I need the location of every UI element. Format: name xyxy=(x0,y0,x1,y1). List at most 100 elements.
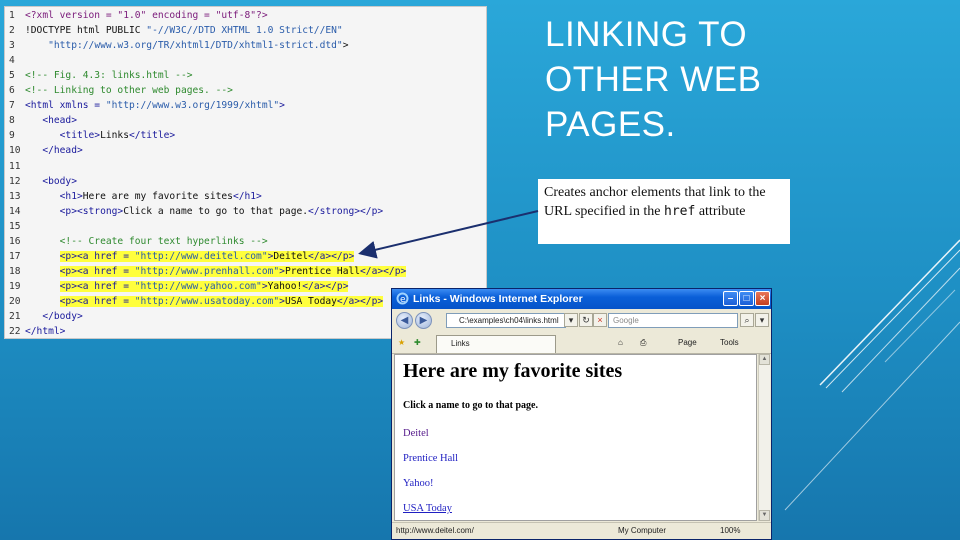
code-line: 3 "http://www.w3.org/TR/xhtml1/DTD/xhtml… xyxy=(5,38,485,53)
code-line: 5 <!-- Fig. 4.3: links.html --> xyxy=(5,68,485,83)
link-deitel[interactable]: Deitel xyxy=(403,428,429,439)
line-number: 10 xyxy=(9,145,21,157)
title-line-3: PAGES. xyxy=(545,105,676,144)
line-number: 7 xyxy=(9,100,15,112)
line-number: 18 xyxy=(9,265,21,277)
line-number: 3 xyxy=(9,40,15,52)
stop-icon[interactable]: × xyxy=(593,313,607,327)
forward-button[interactable]: ▶ xyxy=(415,312,432,329)
line-number: 14 xyxy=(9,205,21,217)
code-text: <p><a href = "http://www.prenhall.com">P… xyxy=(59,265,407,277)
page-heading: Here are my favorite sites xyxy=(403,360,623,382)
line-number: 11 xyxy=(9,160,21,172)
address-input[interactable]: C:\examples\ch04\links.html xyxy=(446,313,566,328)
code-line: 7 <html xmlns = "http://www.w3.org/1999/x… xyxy=(5,98,485,113)
status-url: http://www.deitel.com/ xyxy=(396,526,474,535)
browser-window: e Links - Windows Internet Explorer – □ … xyxy=(391,288,772,540)
code-line: 12 <body> xyxy=(5,174,485,189)
link-usa-today[interactable]: USA Today xyxy=(403,503,452,514)
code-text: <!-- Create four text hyperlinks --> xyxy=(25,235,268,247)
status-bar: http://www.deitel.com/ My Computer 100% xyxy=(392,522,771,539)
title-line-1: LINKING TO xyxy=(545,15,748,54)
print-icon[interactable]: ⎙ xyxy=(640,337,646,349)
tab-label: Links xyxy=(451,339,470,348)
code-line: 10 </head> xyxy=(5,143,485,158)
callout-code: href xyxy=(664,204,696,219)
callout-box: Creates anchor elements that link to the… xyxy=(538,179,790,244)
code-line: 15 xyxy=(5,219,485,234)
vertical-scrollbar[interactable]: ▲ ▼ xyxy=(758,354,770,521)
code-text: <p><strong>Click a name to go to that pa… xyxy=(59,205,384,217)
title-line-2: OTHER WEB xyxy=(545,60,762,99)
code-text: "http://www.w3.org/TR/xhtml1/DTD/xhtml1-… xyxy=(48,40,349,52)
tools-menu[interactable]: Tools xyxy=(720,337,739,349)
slide-title: LINKING TO OTHER WEB PAGES. xyxy=(545,12,805,147)
code-line: 13 <h1>Here are my favorite sites</h1> xyxy=(5,189,485,204)
status-zoom[interactable]: 100% xyxy=(712,523,740,539)
scroll-up-icon[interactable]: ▲ xyxy=(759,354,770,365)
svg-text:e: e xyxy=(400,295,406,305)
address-toolbar: ◀ ▶ C:\examples\ch04\links.html ▾ ↻ × Go… xyxy=(392,309,771,334)
code-line: 4 xyxy=(5,53,485,68)
close-button[interactable]: × xyxy=(755,291,770,306)
scroll-down-icon[interactable]: ▼ xyxy=(759,510,770,521)
page-instruction: Click a name to go to that page. xyxy=(403,400,538,411)
line-number: 9 xyxy=(9,130,15,142)
line-number: 16 xyxy=(9,235,21,247)
link-prentice-hall[interactable]: Prentice Hall xyxy=(403,453,458,464)
line-number: 22 xyxy=(9,326,21,338)
line-number: 13 xyxy=(9,190,21,202)
page-menu[interactable]: Page xyxy=(678,337,697,349)
line-number: 17 xyxy=(9,250,21,262)
search-options-icon[interactable]: ▾ xyxy=(755,313,769,327)
code-text: <p><a href = "http://www.usatoday.com">U… xyxy=(59,295,384,307)
code-text: </body> xyxy=(42,311,83,322)
code-text: !DOCTYPE html PUBLIC "-//W3C//DTD XHTML … xyxy=(25,25,343,37)
line-number: 2 xyxy=(9,25,15,37)
code-line: 11 xyxy=(5,159,485,174)
line-number: 8 xyxy=(9,115,15,127)
callout-text-end: attribute xyxy=(698,204,746,219)
line-number: 15 xyxy=(9,220,21,232)
code-line: 16 <!-- Create four text hyperlinks --> xyxy=(5,234,485,249)
search-icon[interactable]: ⌕ xyxy=(740,313,754,327)
browser-titlebar: e Links - Windows Internet Explorer – □ … xyxy=(392,289,771,309)
code-text: </html> xyxy=(25,326,66,338)
code-text: <p><a href = "http://www.deitel.com">Dei… xyxy=(59,250,355,262)
code-text: <?xml version = "1.0" encoding = "utf-8"… xyxy=(25,10,268,21)
code-line: 6 <!-- Linking to other web pages. --> xyxy=(5,83,485,98)
tab-bar: ★ ✚ Links ⌂ ⎙ Page Tools xyxy=(392,333,771,354)
code-text: <p><a href = "http://www.yahoo.com">Yaho… xyxy=(59,280,349,292)
code-line: 1 <?xml version = "1.0" encoding = "utf-8… xyxy=(5,8,485,23)
address-dropdown-icon[interactable]: ▾ xyxy=(564,313,578,327)
line-number: 4 xyxy=(9,55,15,67)
code-text: <head> xyxy=(42,115,77,127)
code-text: <body> xyxy=(42,175,77,187)
refresh-icon[interactable]: ↻ xyxy=(579,313,593,327)
code-line: 8 <head> xyxy=(5,113,485,128)
favorites-star-icon[interactable]: ★ xyxy=(398,337,405,349)
code-text: <h1>Here are my favorite sites</h1> xyxy=(59,190,262,202)
link-yahoo[interactable]: Yahoo! xyxy=(403,478,433,489)
code-text: <title>Links</title> xyxy=(59,130,176,142)
tab-links[interactable]: Links xyxy=(436,335,556,353)
ie-icon: e xyxy=(396,292,409,305)
line-number: 21 xyxy=(9,311,21,322)
search-input[interactable]: Google xyxy=(608,313,738,328)
code-text: <html xmlns = "http://www.w3.org/1999/xh… xyxy=(25,100,285,112)
code-line: 17 <p><a href = "http://www.deitel.com">… xyxy=(5,249,485,264)
status-zone: My Computer xyxy=(618,526,667,535)
line-number: 6 xyxy=(9,85,15,97)
line-number: 5 xyxy=(9,70,15,82)
code-text: </head> xyxy=(42,145,83,157)
maximize-button[interactable]: □ xyxy=(739,291,754,306)
minimize-button[interactable]: – xyxy=(723,291,738,306)
home-icon[interactable]: ⌂ xyxy=(618,337,623,349)
code-text: <!-- Linking to other web pages. --> xyxy=(25,85,233,97)
add-favorites-icon[interactable]: ✚ xyxy=(414,337,421,349)
code-line: 2 !DOCTYPE html PUBLIC "-//W3C//DTD XHTML… xyxy=(5,23,485,38)
line-number: 20 xyxy=(9,295,21,307)
code-line: 18 <p><a href = "http://www.prenhall.com… xyxy=(5,264,485,279)
line-number: 19 xyxy=(9,280,21,292)
back-button[interactable]: ◀ xyxy=(396,312,413,329)
